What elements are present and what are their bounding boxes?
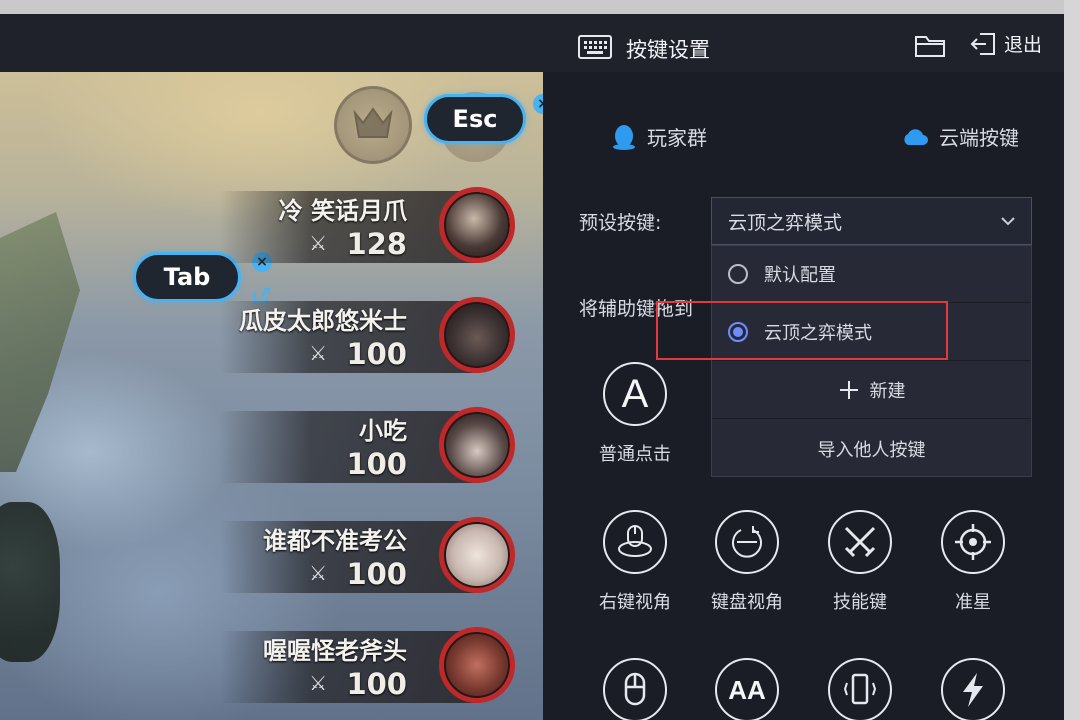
player-row: 小吃 100 xyxy=(220,407,515,487)
key-normal-click[interactable]: A 普通点击 xyxy=(579,362,691,466)
background-cliff xyxy=(0,212,80,472)
player-row: 冷 笑话月爪 ⚔ 128 xyxy=(220,187,515,267)
key-text-aa[interactable]: AA xyxy=(691,658,803,720)
window-top-strip xyxy=(0,0,1080,14)
cloud-keys-label: 云端按键 xyxy=(939,126,1019,150)
title-group: 按键设置 xyxy=(578,34,710,64)
avatar xyxy=(439,517,515,593)
cloud-icon xyxy=(904,128,928,145)
player-row: 谁都不准考公 ⚔ 100 xyxy=(220,517,515,597)
preset-value: 云顶之弈模式 xyxy=(728,211,843,234)
plus-icon xyxy=(839,381,858,399)
keyboard-icon xyxy=(578,35,612,63)
option-label: 默认配置 xyxy=(764,265,836,286)
text-aa-icon: AA xyxy=(715,658,779,720)
player-score: 100 xyxy=(346,557,407,591)
swords-icon: ⚔ xyxy=(309,561,327,585)
key-label: 技能键 xyxy=(833,592,887,613)
key-phone-shake[interactable] xyxy=(804,658,916,720)
player-name: 冷 笑话月爪 xyxy=(278,197,407,225)
avatar xyxy=(439,407,515,483)
key-right-click-view[interactable]: 右键视角 xyxy=(579,510,691,614)
preset-dropdown: 默认配置 云顶之弈模式 新建 导入他人按键 xyxy=(711,245,1032,477)
game-view: Esc × Tab × 冷 笑话月爪 ⚔ 128 瓜皮太郎悠米士 ⚔ 100 小… xyxy=(0,72,543,720)
avatar xyxy=(439,187,515,263)
window-right-edge xyxy=(1064,0,1080,720)
player-name: 喔喔怪老斧头 xyxy=(263,637,407,665)
open-folder-button[interactable] xyxy=(912,31,948,61)
right-click-view-icon xyxy=(603,510,667,574)
radio-icon xyxy=(728,264,748,284)
player-row: 喔喔怪老斧头 ⚔ 100 xyxy=(220,627,515,707)
avatar xyxy=(439,627,515,703)
tab-key-label: Tab xyxy=(163,263,211,291)
cloud-keys-link[interactable]: 云端按键 xyxy=(901,122,1019,151)
player-group-label: 玩家群 xyxy=(647,126,707,150)
dropdown-option-default[interactable]: 默认配置 xyxy=(712,246,1031,303)
player-name: 小吃 xyxy=(359,417,407,445)
player-score: 128 xyxy=(346,227,407,261)
player-score: 100 xyxy=(346,337,407,371)
player-group-link[interactable]: 玩家群 xyxy=(611,122,707,151)
title-bar: 按键设置 退出 xyxy=(0,14,1064,72)
qq-penguin-icon xyxy=(613,124,635,150)
new-label: 新建 xyxy=(869,381,906,402)
folder-icon xyxy=(915,36,945,57)
key-skill[interactable]: 技能键 xyxy=(804,510,916,614)
esc-close-icon[interactable]: × xyxy=(533,94,543,114)
dropdown-new-button[interactable]: 新建 xyxy=(712,362,1031,419)
swords-icon: ⚔ xyxy=(309,341,327,365)
chevron-down-icon xyxy=(1001,217,1015,226)
key-label: 普通点击 xyxy=(599,444,671,465)
key-label: 右键视角 xyxy=(599,592,671,613)
dropdown-import-button[interactable]: 导入他人按键 xyxy=(712,420,1031,477)
background-tree xyxy=(0,502,60,662)
key-label: 准星 xyxy=(955,592,991,613)
preset-label: 预设按键: xyxy=(579,212,662,234)
key-label: 键盘视角 xyxy=(711,592,783,613)
key-mouse[interactable] xyxy=(579,658,691,720)
preset-select[interactable]: 云顶之弈模式 xyxy=(711,197,1032,245)
key-lightning[interactable] xyxy=(917,658,1029,720)
exit-icon xyxy=(970,32,995,55)
crest-emblem-icon xyxy=(334,86,412,164)
letter-a-icon: A xyxy=(603,362,667,426)
lightning-icon xyxy=(941,658,1005,720)
keyboard-view-icon xyxy=(715,510,779,574)
page-title: 按键设置 xyxy=(626,38,710,62)
player-name: 谁都不准考公 xyxy=(263,527,407,555)
player-row: 瓜皮太郎悠米士 ⚔ 100 xyxy=(220,297,515,377)
avatar xyxy=(439,297,515,373)
player-score: 100 xyxy=(346,447,407,481)
crossed-swords-icon xyxy=(828,510,892,574)
esc-key-mapping[interactable]: Esc xyxy=(424,94,526,144)
mouse-icon xyxy=(603,658,667,720)
exit-label: 退出 xyxy=(1004,34,1043,56)
player-name: 瓜皮太郎悠米士 xyxy=(239,307,407,335)
exit-button[interactable]: 退出 xyxy=(970,30,1042,57)
import-label: 导入他人按键 xyxy=(817,439,926,461)
key-settings-panel: 玩家群 云端按键 预设按键: 云顶之弈模式 将辅助键拖到 A 普通点击 默认配置… xyxy=(543,72,1064,720)
swords-icon: ⚔ xyxy=(309,231,327,255)
player-score: 100 xyxy=(346,667,407,701)
swords-icon: ⚔ xyxy=(309,671,327,695)
selection-highlight-box xyxy=(656,301,948,360)
key-keyboard-view[interactable]: 键盘视角 xyxy=(691,510,803,614)
esc-key-label: Esc xyxy=(452,105,498,133)
phone-shake-icon xyxy=(828,658,892,720)
crosshair-icon xyxy=(941,510,1005,574)
key-crosshair[interactable]: 准星 xyxy=(917,510,1029,614)
